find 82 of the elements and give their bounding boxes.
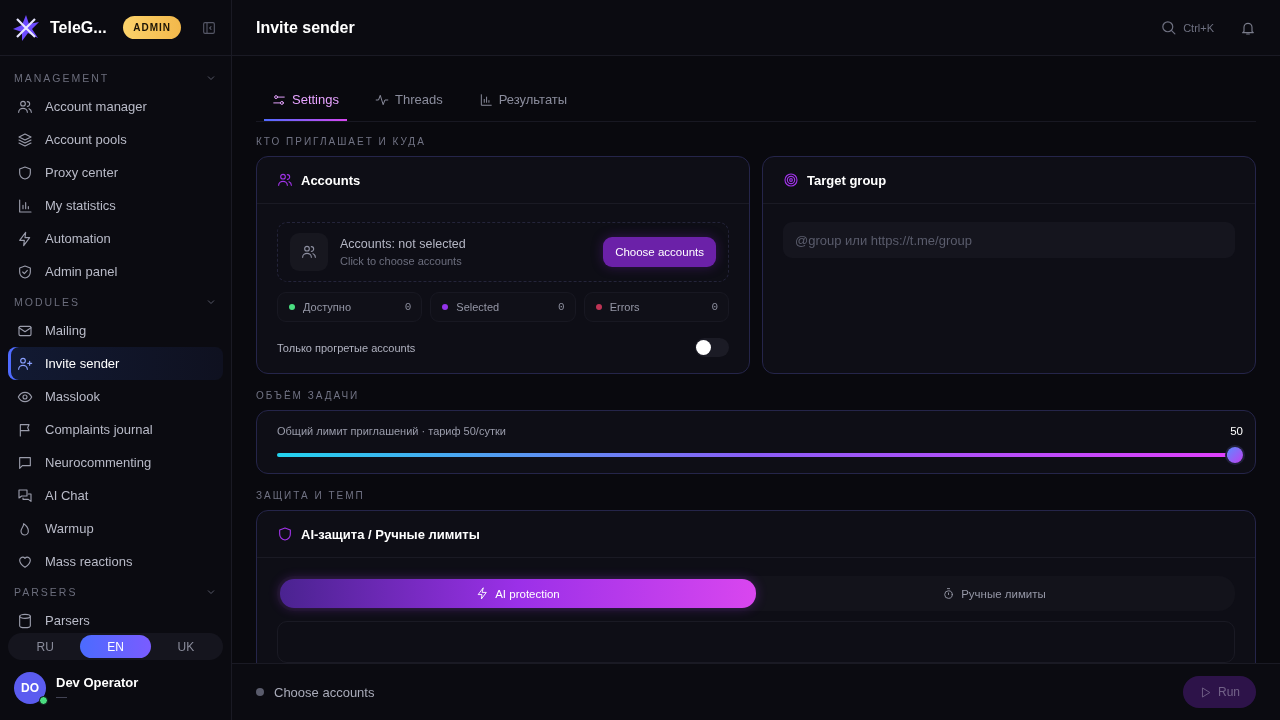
nav-item[interactable]: Complaints journal: [8, 413, 223, 446]
layers-icon: [17, 131, 33, 148]
play-icon: [1199, 685, 1212, 699]
user-subtitle: —: [56, 689, 68, 702]
shield-icon: [277, 526, 293, 542]
card-title: Target group: [807, 172, 887, 188]
lightning-icon: [476, 587, 490, 600]
pulse-icon: [375, 92, 389, 107]
stat-value: 0: [558, 301, 565, 313]
accounts-hint: Click to choose accounts: [340, 255, 463, 267]
section-label: КТО ПРИГЛАШАЕТ И КУДА: [256, 136, 427, 147]
tab[interactable]: Результаты: [470, 80, 576, 121]
bar-chart-icon: [17, 197, 33, 214]
section-heading: PARSERS: [14, 586, 78, 598]
limit-slider[interactable]: [277, 447, 1243, 463]
nav-item[interactable]: Mass reactions: [8, 545, 223, 578]
section-heading: MODULES: [14, 296, 80, 308]
stat-label: Selected: [456, 301, 501, 313]
toggle-label: Только прогретые accounts: [277, 341, 416, 354]
sliders-icon: [272, 92, 286, 107]
nav-item[interactable]: Admin panel: [8, 255, 223, 288]
language-tab[interactable]: UK: [150, 635, 221, 658]
logo-icon: [12, 13, 40, 42]
flag-icon: [17, 421, 33, 438]
lightning-icon: [17, 230, 33, 247]
limit-label: Общий лимит приглашений · тариф 50/сутки: [277, 425, 506, 437]
nav-item[interactable]: Neurocommenting: [8, 446, 223, 479]
database-icon: [17, 612, 33, 629]
stat-label: Доступно: [303, 301, 352, 313]
collapse-sidebar-icon[interactable]: [201, 19, 217, 36]
user-avatar[interactable]: DO: [14, 672, 46, 704]
mode-tab[interactable]: Ручные лимиты: [756, 579, 1232, 608]
card-title: AI-защита / Ручные лимиты: [301, 526, 480, 542]
chat-bubble-icon: [17, 454, 33, 471]
nav-item[interactable]: Account manager: [8, 90, 223, 123]
stat-value: 0: [404, 301, 412, 313]
shield-icon: [17, 164, 33, 181]
page-title: Invite sender: [256, 18, 356, 37]
target-group-field[interactable]: @group или https://t.me/group: [783, 222, 1235, 258]
choose-accounts-button[interactable]: Choose accounts: [603, 237, 716, 267]
app-name: TeleG...: [50, 18, 108, 37]
language-tab[interactable]: RU: [10, 635, 81, 658]
section-label: ЗАЩИТА И ТЕМП: [256, 490, 366, 501]
stat-value: 0: [711, 301, 718, 313]
add-user-icon: [17, 355, 33, 372]
nav-item[interactable]: Warmup: [8, 512, 223, 545]
footer-status: Choose accounts: [274, 684, 376, 700]
users-icon: [290, 233, 328, 271]
nav-item[interactable]: Account pools: [8, 123, 223, 156]
language-tab[interactable]: EN: [80, 635, 151, 658]
mode-tab[interactable]: AI protection: [280, 579, 756, 608]
nav-item[interactable]: Proxy center: [8, 156, 223, 189]
section-label: ОБЪЁМ ЗАДАЧИ: [256, 390, 361, 401]
user-name: Dev Operator: [56, 674, 139, 690]
bar-chart-icon: [478, 92, 493, 107]
tab[interactable]: Threads: [367, 80, 451, 121]
card-title: Accounts: [301, 172, 361, 188]
search-button[interactable]: Ctrl+K: [1160, 19, 1214, 36]
accounts-status: Accounts: not selected: [340, 237, 467, 251]
admin-badge: ADMIN: [123, 16, 181, 39]
tab[interactable]: Settings: [264, 80, 347, 121]
nav-item[interactable]: Mailing: [8, 314, 223, 347]
nav-item[interactable]: AI Chat: [8, 479, 223, 512]
nav-item[interactable]: Parsers: [8, 604, 223, 631]
toggle-switch[interactable]: [695, 338, 729, 357]
target-icon: [783, 172, 799, 188]
chat-bubbles-icon: [17, 487, 33, 504]
nav-item[interactable]: My statistics: [8, 189, 223, 222]
account-picker[interactable]: Accounts: not selected Click to choose accounts Choose accounts: [277, 222, 729, 282]
users-icon: [277, 172, 293, 188]
nav-item[interactable]: Invite sender: [8, 347, 223, 380]
status-dot: [256, 688, 264, 696]
stat-label: Errors: [609, 301, 641, 313]
slider-thumb[interactable]: [1227, 447, 1243, 463]
nav-item[interactable]: Masslook: [8, 380, 223, 413]
search-icon: [1160, 19, 1178, 36]
limit-value: 50: [1230, 425, 1243, 437]
section-heading: MANAGEMENT: [14, 72, 110, 84]
stopwatch-icon: [942, 587, 956, 600]
users-icon: [17, 98, 33, 115]
nav-item[interactable]: Automation: [8, 222, 223, 255]
shield-check-icon: [17, 263, 33, 280]
